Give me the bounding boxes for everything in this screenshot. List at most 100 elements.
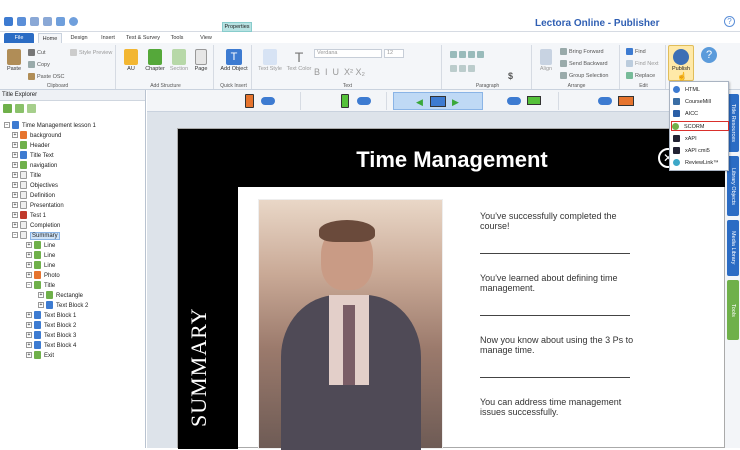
tree-node[interactable]: + Rectangle xyxy=(38,291,83,301)
device-tablet-landscape[interactable] xyxy=(592,92,652,110)
cursor-icon: ☝ xyxy=(677,72,687,81)
list-icons[interactable] xyxy=(450,65,477,72)
publish-aicc[interactable]: AICC xyxy=(673,109,727,119)
align-button[interactable]: Align xyxy=(536,49,556,72)
summary-point-2: You've learned about defining time manag… xyxy=(480,273,618,293)
tree-node-title[interactable]: − Time Management lesson 1 xyxy=(4,121,96,131)
help-icon[interactable]: ? xyxy=(724,16,735,27)
toggle-icon xyxy=(357,97,371,105)
au-button[interactable]: AU xyxy=(122,49,140,72)
save-icon[interactable] xyxy=(17,17,26,26)
add-object-button[interactable]: T Add Object xyxy=(220,49,248,72)
ribbon: Paste Cut Copy Paste OSC Style Preview C… xyxy=(0,43,740,90)
text-color-button[interactable]: T Text Color xyxy=(286,49,312,72)
publish-xapi[interactable]: xAPI xyxy=(673,134,727,144)
tab-home[interactable]: Home xyxy=(38,33,62,43)
tree-node[interactable]: + Header xyxy=(12,141,50,151)
tab-insert[interactable]: Insert xyxy=(96,33,120,43)
device-desktop[interactable]: ◀ ▶ xyxy=(393,92,483,110)
tree-node[interactable]: + Test 1 xyxy=(12,211,46,221)
cut-button[interactable]: Cut xyxy=(28,49,46,56)
add-page-icon[interactable] xyxy=(3,104,12,113)
align-icon xyxy=(540,49,552,65)
text-color-icon: T xyxy=(294,49,304,65)
tree-node[interactable]: + Title Text xyxy=(12,151,54,161)
dollar-icon[interactable]: $ xyxy=(508,71,513,81)
tree-node[interactable]: + Objectives xyxy=(12,181,58,191)
font-select[interactable]: Verdana xyxy=(314,49,382,58)
find-button[interactable]: Find xyxy=(626,48,646,55)
tree-node[interactable]: + Completion xyxy=(12,221,60,231)
tree-node[interactable]: + Line xyxy=(26,241,55,251)
tree-node[interactable]: + Text Block 3 xyxy=(26,331,76,341)
tab-design[interactable]: Design xyxy=(66,33,92,43)
publish-coursemill[interactable]: CourseMill xyxy=(673,97,727,107)
publish-scorm[interactable]: SCORM xyxy=(671,121,729,131)
clipboard-group: Paste Cut Copy Paste OSC Style Preview C… xyxy=(0,45,116,89)
redo-icon[interactable] xyxy=(43,17,52,26)
scissors-icon xyxy=(28,49,35,56)
preview-icon[interactable] xyxy=(56,17,65,26)
tree-node[interactable]: + Line xyxy=(26,251,55,261)
page-button[interactable]: Page xyxy=(192,49,210,72)
title-explorer-panel: Title Explorer − Time Management lesson 1… xyxy=(0,90,146,448)
replace-button[interactable]: Replace xyxy=(626,72,655,79)
bold-italic-underline-icons[interactable]: B I U X² X₂ xyxy=(314,67,365,77)
font-size-select[interactable]: 12 xyxy=(384,49,404,58)
slide-sidebar: SUMMARY xyxy=(178,187,238,449)
tree-node[interactable]: + Text Block 1 xyxy=(26,311,76,321)
help-button[interactable]: ? xyxy=(700,47,718,64)
tab-properties[interactable]: Properties xyxy=(222,22,252,32)
tab-tools[interactable]: Tools xyxy=(727,280,739,340)
copy-button[interactable]: Copy xyxy=(28,61,50,68)
paste-osc-button[interactable]: Paste OSC xyxy=(28,73,65,80)
tab-media-library[interactable]: Media Library xyxy=(727,220,739,276)
publish-xapi-cmi5[interactable]: xAPI cmi5 xyxy=(673,146,727,156)
tree-node[interactable]: + navigation xyxy=(12,161,57,171)
publish-reviewlink[interactable]: ReviewLink™ xyxy=(673,158,727,168)
edit-group: Find Find Next Replace Edit xyxy=(622,45,666,89)
scorm-icon xyxy=(672,123,679,131)
tree-node[interactable]: − Title xyxy=(26,281,55,291)
tab-tools[interactable]: Tools xyxy=(166,33,188,43)
send-backward-button[interactable]: Send Backward xyxy=(560,60,608,67)
tree-node[interactable]: + Photo xyxy=(26,271,60,281)
tree-node-selected[interactable]: − Summary xyxy=(12,231,60,241)
tree-node[interactable]: + background xyxy=(12,131,61,141)
app-icon[interactable] xyxy=(4,17,13,26)
publish-button[interactable]: Publish ☝ xyxy=(668,45,694,81)
tree-node[interactable]: + Definition xyxy=(12,191,55,201)
bring-forward-button[interactable]: Bring Forward xyxy=(560,48,604,55)
align-icons[interactable] xyxy=(450,51,486,58)
tab-test-survey[interactable]: Test & Survey xyxy=(124,33,162,43)
device-phone-portrait[interactable] xyxy=(327,92,387,110)
device-tablet-portrait[interactable] xyxy=(241,92,301,110)
device-phone-landscape[interactable] xyxy=(499,92,559,110)
undo-icon[interactable] xyxy=(30,17,39,26)
text-style-button[interactable]: Text Style xyxy=(258,49,282,72)
tree-node[interactable]: + Exit xyxy=(26,351,54,361)
slide-header: Time Management ✕ xyxy=(178,129,726,187)
tree-node[interactable]: + Title xyxy=(12,171,41,181)
find-next-button[interactable]: Find Next xyxy=(626,60,659,67)
add-object-icon[interactable] xyxy=(27,104,36,113)
publish-html[interactable]: HTML xyxy=(673,85,727,95)
tree-node[interactable]: + Text Block 2 xyxy=(38,301,88,311)
section-button[interactable]: Section xyxy=(168,49,190,72)
tab-view[interactable]: View xyxy=(194,33,218,43)
summary-point-3: Now you know about using the 3 Ps to man… xyxy=(480,335,634,355)
add-chapter-icon[interactable] xyxy=(15,104,24,113)
xapi-cmi5-icon xyxy=(673,147,680,155)
group-selection-button[interactable]: Group Selection xyxy=(560,72,608,79)
tree-node[interactable]: + Text Block 4 xyxy=(26,341,76,351)
style-preview-button[interactable]: Style Preview xyxy=(70,49,112,56)
tab-file[interactable]: File xyxy=(4,33,34,43)
chapter-button[interactable]: Chapter xyxy=(144,49,166,72)
quick-access-toolbar xyxy=(4,17,78,26)
tree-node[interactable]: + Presentation xyxy=(12,201,64,211)
paste-button[interactable]: Paste xyxy=(4,49,24,72)
settings-icon[interactable] xyxy=(69,17,78,26)
tree-node[interactable]: + Text Block 2 xyxy=(26,321,76,331)
tree-node[interactable]: + Line xyxy=(26,261,55,271)
quick-insert-group: T Add Object Quick Insert xyxy=(216,45,252,89)
